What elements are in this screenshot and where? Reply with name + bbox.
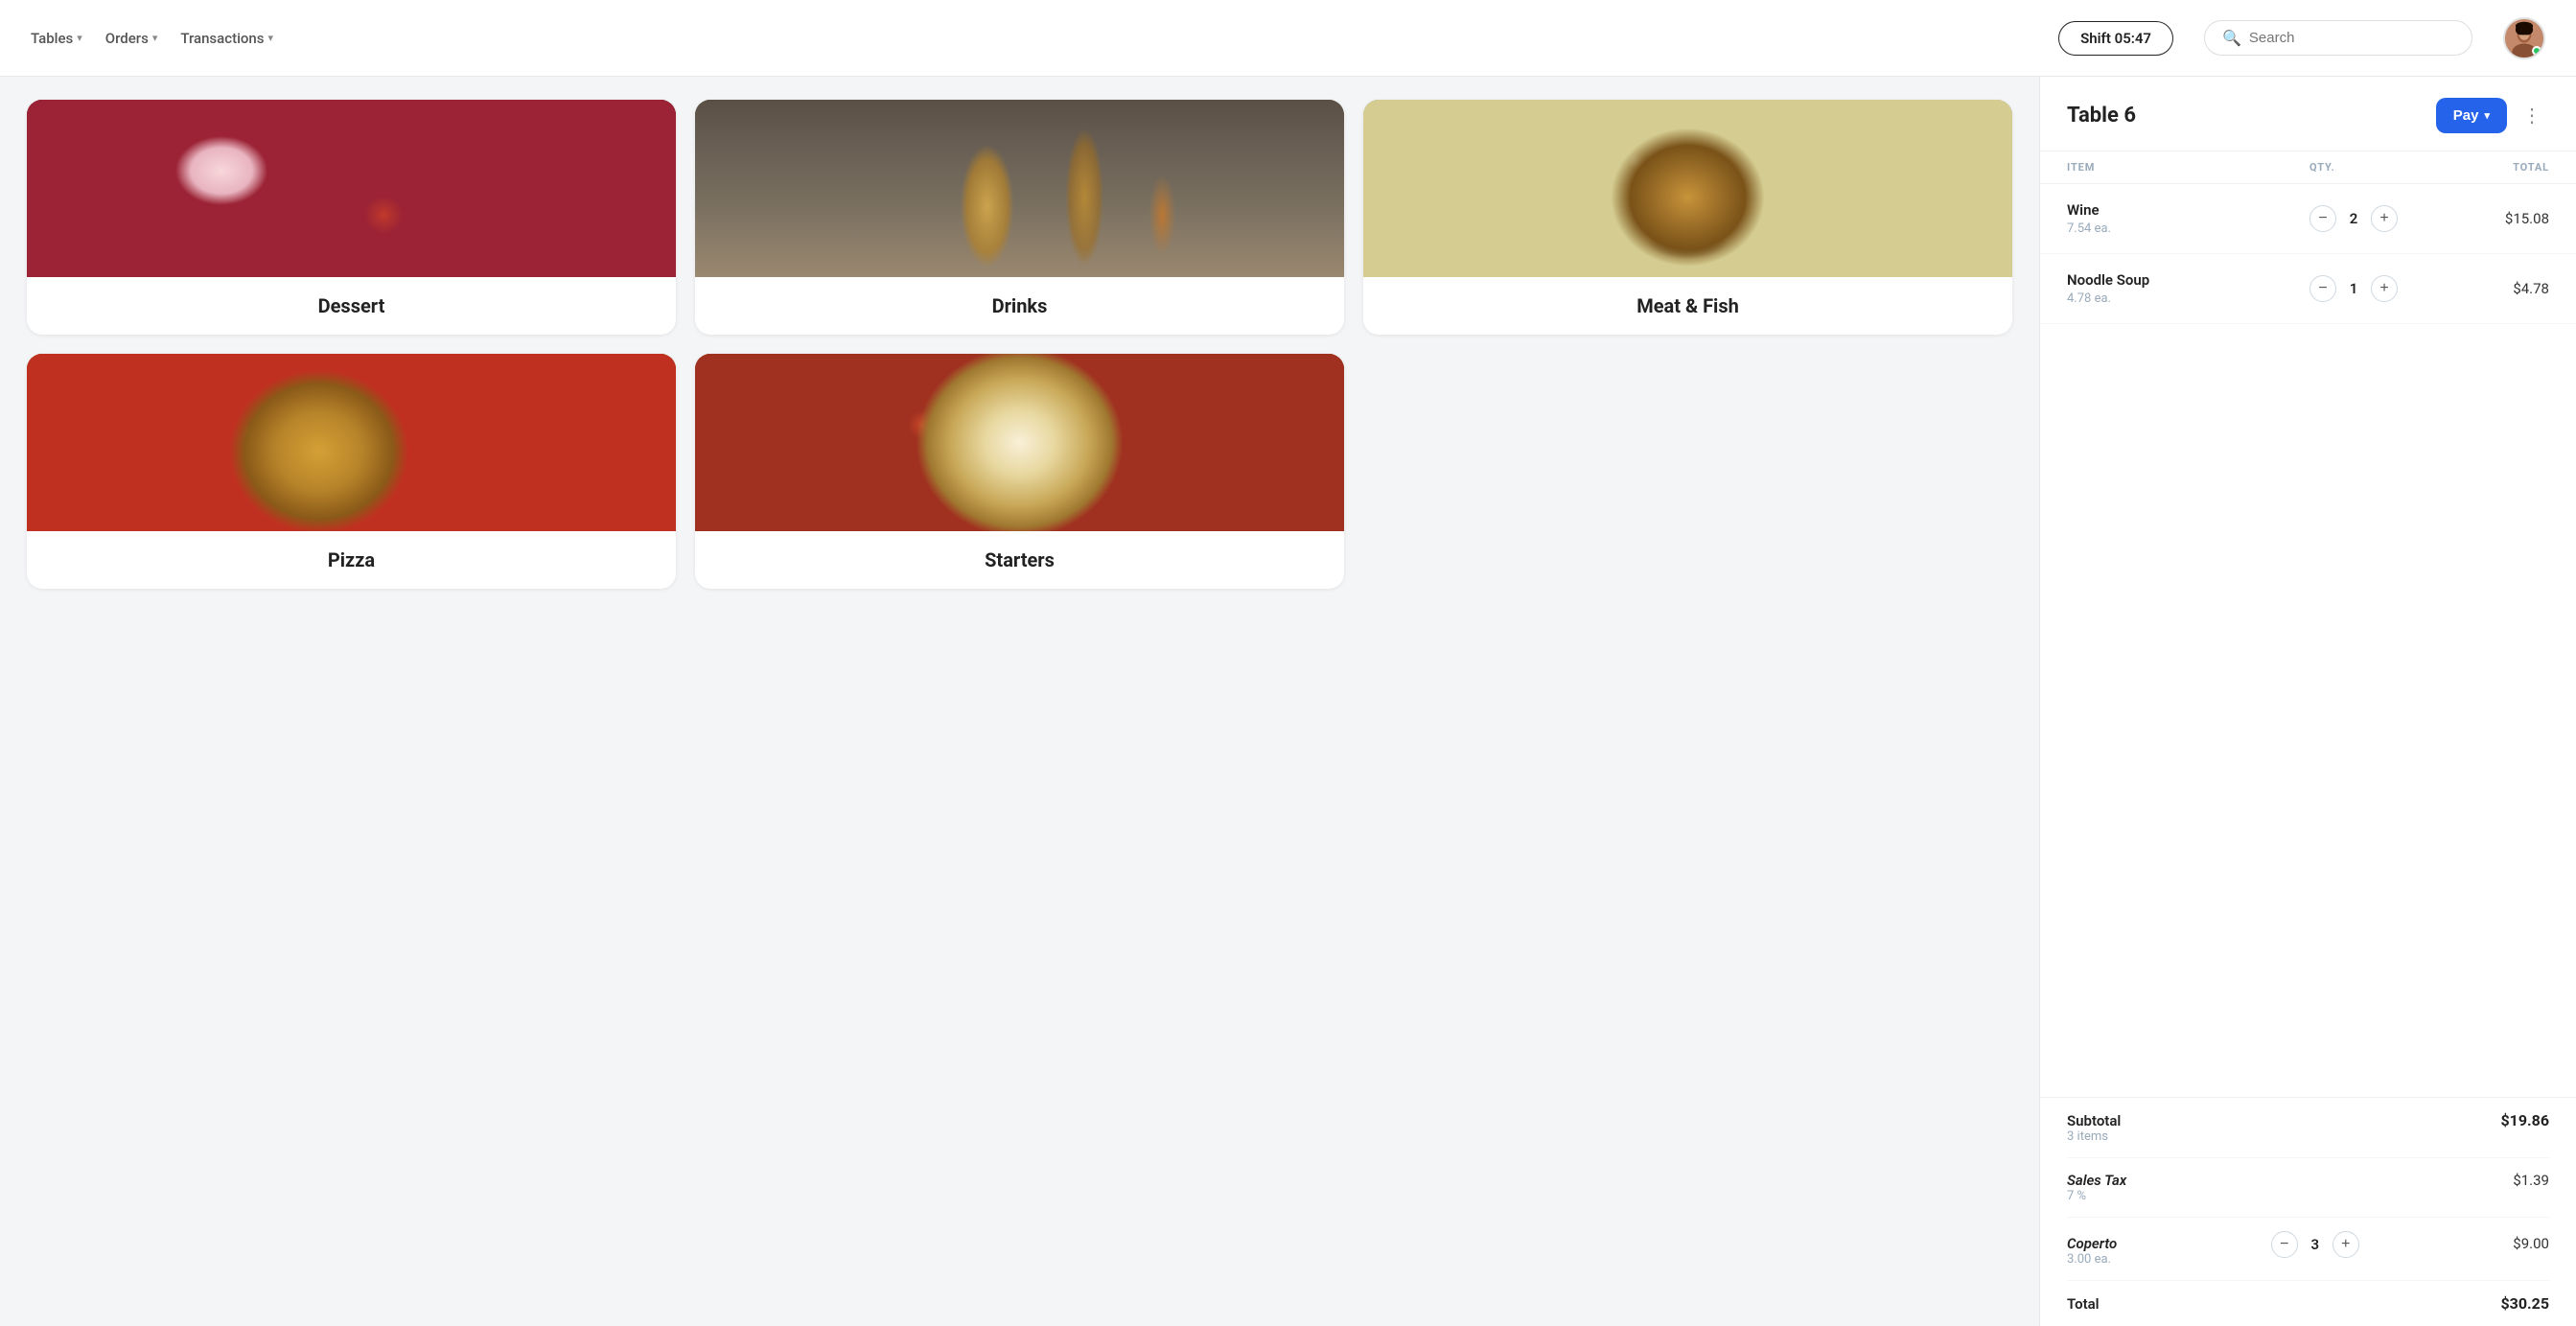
summary-total-row: Total $30.25 bbox=[2067, 1281, 2549, 1326]
item-name-wine: Wine bbox=[2067, 201, 2309, 219]
nav-tables[interactable]: Tables ▾ bbox=[31, 30, 82, 47]
tax-sublabel: 7 % bbox=[2067, 1189, 2126, 1203]
category-card-pizza[interactable]: Pizza bbox=[27, 354, 676, 589]
chevron-down-icon: ▾ bbox=[152, 32, 158, 44]
nav-transactions-label: Transactions bbox=[180, 30, 264, 47]
order-header: Table 6 Pay ▾ ⋮ bbox=[2040, 77, 2576, 151]
qty-control-coperto: − 3 + bbox=[2271, 1231, 2359, 1258]
item-price-wine: 7.54 ea. bbox=[2067, 221, 2309, 236]
col-item-header: ITEM bbox=[2067, 161, 2309, 174]
total-value: $30.25 bbox=[2500, 1294, 2549, 1313]
category-image-meat-fish bbox=[1363, 100, 2012, 277]
category-card-starters[interactable]: Starters bbox=[695, 354, 1344, 589]
qty-decrease-wine[interactable]: − bbox=[2309, 205, 2336, 232]
item-info-noodle-soup: Noodle Soup 4.78 ea. bbox=[2067, 271, 2309, 306]
category-label-pizza: Pizza bbox=[27, 531, 676, 589]
nav-transactions[interactable]: Transactions ▾ bbox=[180, 30, 273, 47]
pay-chevron-icon: ▾ bbox=[2484, 109, 2490, 122]
coperto-label: Coperto bbox=[2067, 1235, 2117, 1252]
subtotal-label-group: Subtotal 3 items bbox=[2067, 1112, 2121, 1144]
pay-button[interactable]: Pay ▾ bbox=[2436, 98, 2507, 133]
qty-increase-coperto[interactable]: + bbox=[2332, 1231, 2359, 1258]
tax-label-group: Sales Tax 7 % bbox=[2067, 1172, 2126, 1203]
qty-value-wine: 2 bbox=[2346, 210, 2361, 227]
item-total-noodle-soup: $4.78 bbox=[2444, 280, 2549, 297]
order-table-title: Table 6 bbox=[2067, 104, 2136, 128]
qty-control-wine: − 2 + bbox=[2309, 205, 2444, 232]
category-image-pizza bbox=[27, 354, 676, 531]
subtotal-sublabel: 3 items bbox=[2067, 1129, 2121, 1144]
online-status-dot bbox=[2532, 46, 2541, 56]
qty-decrease-noodle-soup[interactable]: − bbox=[2309, 275, 2336, 302]
coperto-value: $9.00 bbox=[2513, 1235, 2549, 1252]
item-total-wine: $15.08 bbox=[2444, 210, 2549, 227]
pay-label: Pay bbox=[2453, 107, 2479, 124]
shift-badge: Shift 05:47 bbox=[2058, 21, 2173, 56]
search-input[interactable] bbox=[2249, 30, 2454, 46]
coperto-label-group: Coperto 3.00 ea. bbox=[2067, 1235, 2117, 1267]
order-panel: Table 6 Pay ▾ ⋮ ITEM QTY. TOTAL Wine 7.5… bbox=[2039, 77, 2576, 1326]
category-label-starters: Starters bbox=[695, 531, 1344, 589]
qty-increase-wine[interactable]: + bbox=[2371, 205, 2398, 232]
nav-orders-label: Orders bbox=[105, 30, 149, 47]
search-bar[interactable]: 🔍 bbox=[2204, 20, 2472, 56]
order-column-headers: ITEM QTY. TOTAL bbox=[2040, 151, 2576, 184]
nav: Tables ▾ Orders ▾ Transactions ▾ bbox=[31, 30, 2028, 47]
main-layout: Dessert Drinks Meat & Fish Pizza Starter… bbox=[0, 77, 2576, 1326]
avatar[interactable] bbox=[2503, 17, 2545, 59]
search-icon: 🔍 bbox=[2222, 29, 2241, 47]
col-total-header: TOTAL bbox=[2444, 161, 2549, 174]
category-label-drinks: Drinks bbox=[695, 277, 1344, 335]
tax-label: Sales Tax bbox=[2067, 1172, 2126, 1189]
subtotal-label: Subtotal bbox=[2067, 1112, 2121, 1129]
item-price-noodle-soup: 4.78 ea. bbox=[2067, 291, 2309, 306]
category-image-dessert bbox=[27, 100, 676, 277]
order-header-actions: Pay ▾ ⋮ bbox=[2436, 98, 2549, 133]
order-item-wine: Wine 7.54 ea. − 2 + $15.08 bbox=[2040, 184, 2576, 254]
nav-tables-label: Tables bbox=[31, 30, 73, 47]
qty-value-coperto: 3 bbox=[2308, 1236, 2323, 1253]
subtotal-value: $19.86 bbox=[2500, 1111, 2549, 1129]
item-info-wine: Wine 7.54 ea. bbox=[2067, 201, 2309, 236]
coperto-sublabel: 3.00 ea. bbox=[2067, 1252, 2117, 1267]
more-options-button[interactable]: ⋮ bbox=[2515, 100, 2549, 131]
tax-value: $1.39 bbox=[2513, 1172, 2549, 1189]
categories-panel: Dessert Drinks Meat & Fish Pizza Starter… bbox=[0, 77, 2039, 1326]
header: Tables ▾ Orders ▾ Transactions ▾ Shift 0… bbox=[0, 0, 2576, 77]
qty-value-noodle-soup: 1 bbox=[2346, 280, 2361, 297]
category-card-meat-fish[interactable]: Meat & Fish bbox=[1363, 100, 2012, 335]
category-card-drinks[interactable]: Drinks bbox=[695, 100, 1344, 335]
category-label-dessert: Dessert bbox=[27, 277, 676, 335]
total-label: Total bbox=[2067, 1295, 2100, 1313]
order-item-noodle-soup: Noodle Soup 4.78 ea. − 1 + $4.78 bbox=[2040, 254, 2576, 324]
category-card-dessert[interactable]: Dessert bbox=[27, 100, 676, 335]
summary-tax-row: Sales Tax 7 % $1.39 bbox=[2067, 1158, 2549, 1218]
summary-subtotal-row: Subtotal 3 items $19.86 bbox=[2067, 1098, 2549, 1158]
chevron-down-icon: ▾ bbox=[267, 32, 273, 44]
order-items-list: Wine 7.54 ea. − 2 + $15.08 Noodle Soup 4… bbox=[2040, 184, 2576, 1097]
qty-control-noodle-soup: − 1 + bbox=[2309, 275, 2444, 302]
nav-orders[interactable]: Orders ▾ bbox=[105, 30, 158, 47]
order-summary: Subtotal 3 items $19.86 Sales Tax 7 % $1… bbox=[2040, 1097, 2576, 1326]
category-image-starters bbox=[695, 354, 1344, 531]
col-qty-header: QTY. bbox=[2309, 161, 2444, 174]
category-label-meat-fish: Meat & Fish bbox=[1363, 277, 2012, 335]
qty-decrease-coperto[interactable]: − bbox=[2271, 1231, 2298, 1258]
chevron-down-icon: ▾ bbox=[77, 32, 82, 44]
qty-increase-noodle-soup[interactable]: + bbox=[2371, 275, 2398, 302]
category-image-drinks bbox=[695, 100, 1344, 277]
summary-coperto-row: Coperto 3.00 ea. − 3 + $9.00 bbox=[2067, 1218, 2549, 1281]
item-name-noodle-soup: Noodle Soup bbox=[2067, 271, 2309, 289]
